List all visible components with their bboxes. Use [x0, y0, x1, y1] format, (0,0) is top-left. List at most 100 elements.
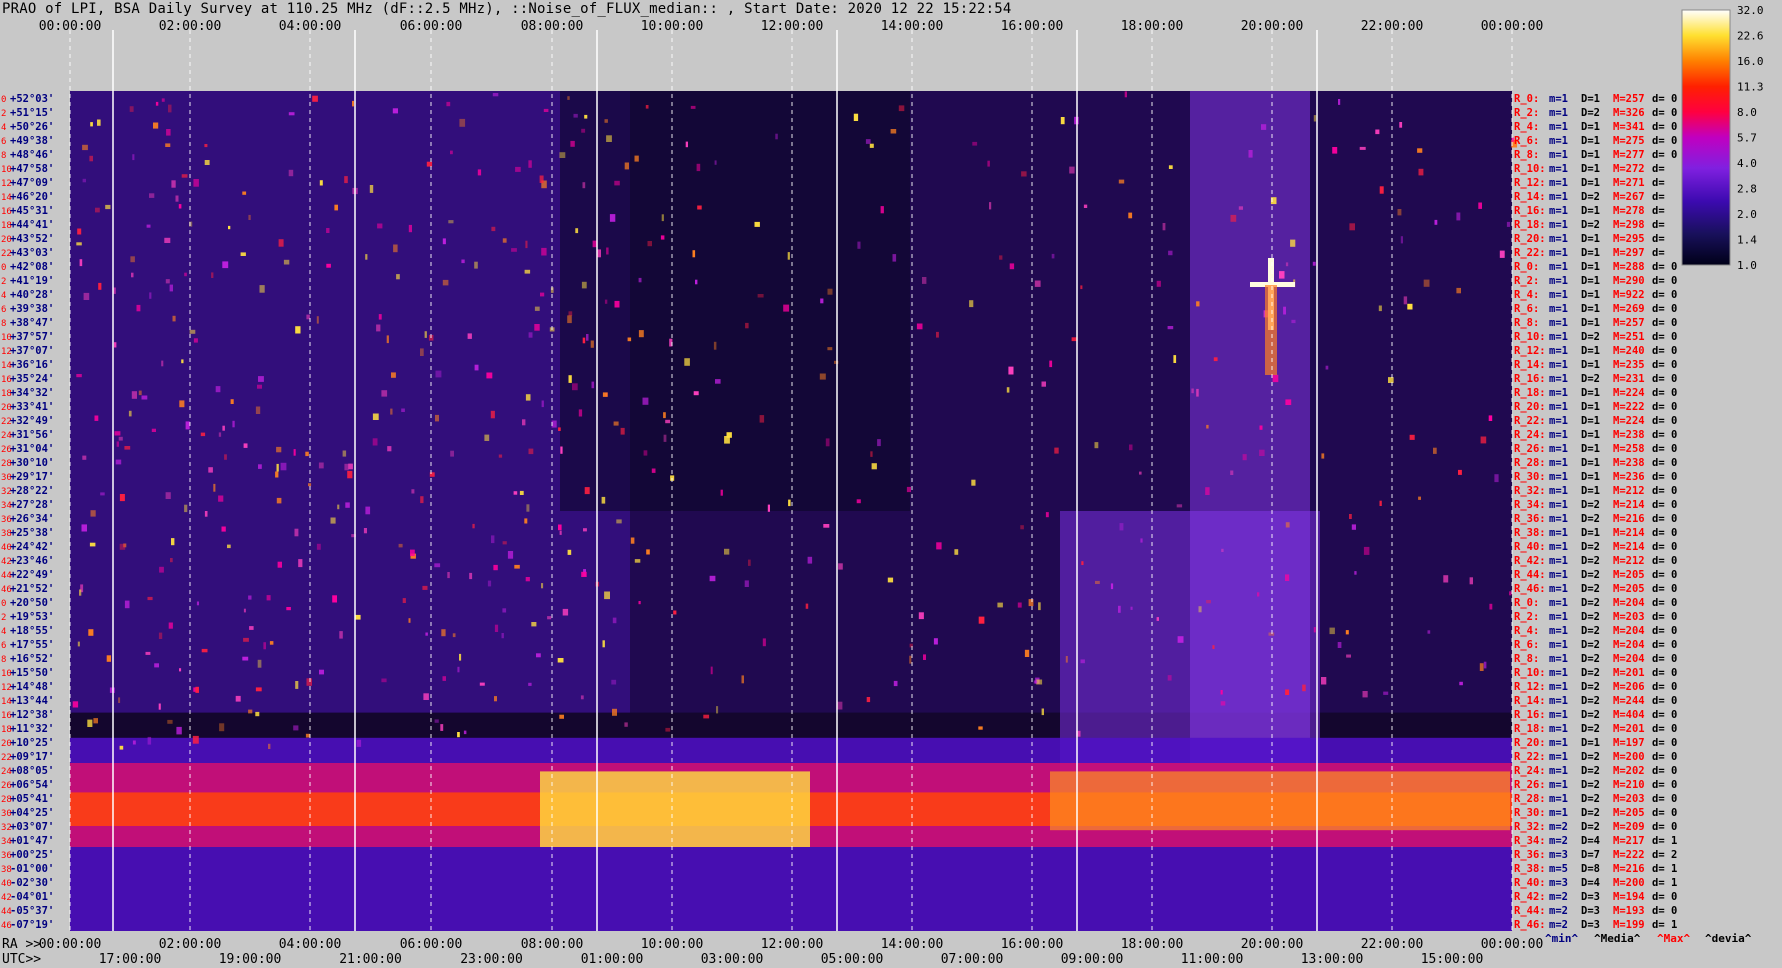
heat-spot — [1095, 580, 1100, 584]
heat-spot — [531, 622, 537, 627]
heat-spot — [638, 601, 641, 605]
heat-spot — [1261, 124, 1267, 130]
heat-spot — [1205, 487, 1210, 495]
heat-spot — [145, 651, 151, 655]
heat-spot — [116, 441, 119, 447]
receiver-max: M=203 — [1613, 611, 1645, 623]
heat-spot — [381, 390, 388, 397]
heat-spot — [1045, 512, 1049, 518]
heat-spot — [172, 315, 176, 322]
declination-label: +27°28' — [10, 499, 54, 511]
heat-spot — [204, 160, 210, 165]
heat-spot — [892, 254, 897, 262]
heat-spot — [1388, 377, 1394, 383]
heat-spot — [1469, 577, 1473, 585]
ra-axis-tick-label: 20:00:00 — [1241, 937, 1304, 952]
heat-spot — [72, 701, 79, 708]
receiver-max: M=269 — [1613, 303, 1645, 315]
heat-spot — [1345, 630, 1349, 635]
heat-spot — [1094, 442, 1099, 449]
receiver-stat-row: R_26: m=1 D=2 M=210 d= 0 — [1514, 779, 1677, 791]
heat-spot — [519, 490, 524, 495]
receiver-id: R_24: — [1514, 765, 1546, 777]
heat-spot — [606, 135, 612, 142]
row-index-label: 4 — [1, 123, 6, 133]
receiver-stat-row: R_46: m=1 D=2 M=205 d= 0 — [1514, 583, 1677, 595]
heat-spot — [1354, 571, 1357, 575]
declination-label: +51°15' — [10, 107, 54, 119]
heat-spot — [450, 450, 454, 457]
heat-spot — [936, 331, 939, 338]
receiver-stat-row: R_18: m=1 D=2 M=298 d= — [1514, 219, 1665, 231]
declination-label: +42°08' — [10, 261, 54, 273]
heat-spot — [714, 160, 717, 165]
heat-spot — [1363, 546, 1370, 555]
heat-spot — [491, 535, 495, 544]
heat-band-2 — [560, 91, 910, 511]
receiver-dev: d= 1 — [1652, 877, 1677, 889]
heat-spot — [381, 678, 387, 683]
receiver-id: R_38: — [1514, 527, 1546, 539]
receiver-id: R_12: — [1514, 345, 1546, 357]
receiver-id: R_22: — [1514, 247, 1546, 259]
heat-spot — [192, 735, 199, 744]
receiver-id: R_22: — [1514, 751, 1546, 763]
heat-spot — [90, 510, 96, 517]
heat-spot — [1081, 561, 1084, 565]
receiver-min: m=1 — [1549, 583, 1568, 595]
heat-spot — [582, 182, 586, 189]
heat-spot — [248, 709, 253, 714]
receiver-min: m=1 — [1549, 317, 1568, 329]
receiver-id: R_14: — [1514, 695, 1546, 707]
receiver-id: R_6: — [1514, 135, 1539, 147]
heat-spot — [266, 595, 271, 601]
receiver-id: R_16: — [1514, 373, 1546, 385]
heat-spot — [435, 414, 439, 422]
row-index-label: 8 — [1, 151, 6, 161]
receiver-min: m=1 — [1549, 303, 1568, 315]
heat-spot — [93, 718, 98, 724]
heat-spot — [987, 160, 990, 167]
heat-spot — [1400, 236, 1403, 244]
heat-spot — [1423, 279, 1430, 287]
receiver-id: R_12: — [1514, 177, 1546, 189]
ra-axis-tick-label: 12:00:00 — [761, 937, 824, 952]
ra-axis-tick-label: 04:00:00 — [279, 937, 342, 952]
receiver-min: m=5 — [1549, 863, 1568, 875]
heat-spot — [201, 648, 208, 653]
receiver-max: M=222 — [1613, 849, 1645, 861]
declination-label: +35°24' — [10, 373, 54, 385]
heat-spot — [450, 150, 453, 155]
receiver-min: m=3 — [1549, 849, 1568, 861]
heat-spot — [1221, 548, 1224, 552]
receiver-id: R_14: — [1514, 191, 1546, 203]
heat-spot — [591, 381, 595, 389]
heat-spot — [1017, 602, 1022, 608]
heat-spot — [166, 129, 171, 136]
heat-spot — [342, 450, 347, 457]
receiver-stat-row: R_20: m=1 D=1 M=295 d= — [1514, 233, 1665, 245]
heat-spot — [513, 491, 518, 495]
declination-label: +50°26' — [10, 121, 54, 133]
receiver-max: M=251 — [1613, 331, 1645, 343]
heat-spot — [365, 506, 371, 515]
receiver-max: M=404 — [1613, 709, 1645, 721]
heat-spot — [153, 122, 159, 129]
heat-spot — [1248, 150, 1253, 158]
heat-spot — [1080, 659, 1085, 664]
heat-spot — [457, 732, 460, 738]
heat-spot — [647, 241, 652, 247]
colorbar-tick-label: 11.3 — [1737, 81, 1764, 94]
receiver-dev: d= 1 — [1652, 919, 1677, 931]
heat-spot — [441, 629, 446, 637]
receiver-max: M=205 — [1613, 807, 1645, 819]
heat-spot — [524, 518, 528, 524]
heat-spot — [219, 723, 225, 732]
declination-label: +12°38' — [10, 709, 54, 721]
receiver-stat-row: R_0: m=1 D=1 M=288 d= 0 — [1514, 261, 1677, 273]
heat-spot — [179, 400, 185, 408]
heat-spot — [856, 499, 861, 504]
heat-spot — [1399, 122, 1403, 128]
heat-spot — [893, 680, 898, 687]
heat-spot — [1291, 319, 1296, 324]
